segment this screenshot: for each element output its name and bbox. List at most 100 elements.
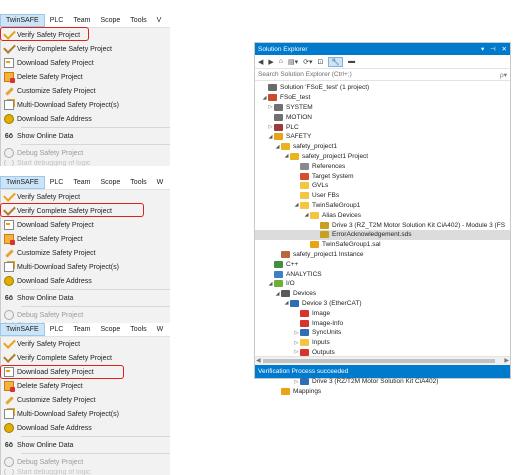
menu-item-verify-safety-project[interactable]: Verify Safety Project xyxy=(1,189,170,204)
tree-node[interactable]: ▷ Drive 3 (RZ/T2M Motor Solution Kit CiA4… xyxy=(255,377,510,387)
tree-node[interactable]: TwinSafeGroup1.sal xyxy=(255,240,510,250)
tree-node[interactable]: ◢ SAFETY xyxy=(255,132,510,142)
tree-node[interactable]: ◢ safety_project1 Project xyxy=(255,152,510,162)
tree-node[interactable]: ◢ safety_project1 xyxy=(255,142,510,152)
menu-view-clipped[interactable]: V xyxy=(152,14,162,27)
search-bar[interactable]: Search Solution Explorer (Ctrl+;) ρ▾ xyxy=(255,69,510,81)
menu-team[interactable]: Team xyxy=(68,176,95,189)
tree-node[interactable]: User FBs xyxy=(255,191,510,201)
menu-plc[interactable]: PLC xyxy=(45,14,69,27)
scroll-right-icon[interactable]: ▶ xyxy=(504,357,509,364)
tree-node[interactable]: Image xyxy=(255,308,510,318)
menu-item-show-online-data[interactable]: 6ō Show Online Data xyxy=(1,291,170,305)
expand-arrow-icon[interactable]: ◢ xyxy=(261,95,268,101)
menu-item-verify-complete-safety-project[interactable]: Verify Complete Safety Project xyxy=(1,350,170,365)
tree-node[interactable]: Target System xyxy=(255,171,510,181)
expand-arrow-icon[interactable]: ◢ xyxy=(267,281,274,287)
menu-item-download-safety-project[interactable]: Download Safety Project xyxy=(1,56,170,70)
tree-node[interactable]: ◢ I/O xyxy=(255,279,510,289)
menu-plc[interactable]: PLC xyxy=(45,176,69,189)
menu-item-download-safe-address[interactable]: Download Safe Address xyxy=(1,112,170,126)
sync-icon[interactable]: ⟳▾ xyxy=(303,58,312,66)
tree-node[interactable]: ◢ FSoE_test xyxy=(255,93,510,103)
menu-item-download-safe-address[interactable]: Download Safe Address xyxy=(1,421,170,435)
tree-node[interactable]: ▷ PLC xyxy=(255,122,510,132)
tree-node[interactable]: MOTION xyxy=(255,112,510,122)
expand-arrow-icon[interactable]: ▷ xyxy=(267,124,274,130)
menu-twinsafe[interactable]: TwinSAFE xyxy=(0,14,45,27)
menu-scope[interactable]: Scope xyxy=(95,176,125,189)
expand-arrow-icon[interactable]: ◢ xyxy=(293,202,300,208)
menu-item-multi-download-safety-project-s[interactable]: Multi-Download Safety Project(s) xyxy=(1,98,170,112)
preview-icon[interactable]: ▬ xyxy=(348,58,355,65)
tree-node[interactable]: GVLs xyxy=(255,181,510,191)
expand-arrow-icon[interactable]: ◢ xyxy=(274,144,281,150)
scrollbar-thumb[interactable] xyxy=(263,359,495,363)
switch-views-icon[interactable]: ▤▾ xyxy=(288,58,298,66)
menu-tools[interactable]: Tools xyxy=(125,14,151,27)
menu-plc[interactable]: PLC xyxy=(45,323,69,336)
dropdown-icon[interactable]: ▾ xyxy=(481,46,484,53)
menu-window-clipped[interactable]: W xyxy=(152,176,164,189)
properties-wrench-icon[interactable]: 🔧 xyxy=(328,56,344,67)
tree-node[interactable]: Image-Info xyxy=(255,318,510,328)
tree-node[interactable]: C++ xyxy=(255,259,510,269)
tree-node[interactable]: ErrorAcknowledgement.sds xyxy=(255,229,510,240)
back-icon[interactable]: ◀ xyxy=(258,58,263,66)
tree-node[interactable]: safety_project1 Instance xyxy=(255,250,510,260)
expand-arrow-icon[interactable]: ▷ xyxy=(293,379,300,385)
menu-window-clipped[interactable]: W xyxy=(152,323,164,336)
expand-arrow-icon[interactable]: ▷ xyxy=(267,104,274,110)
menu-scope[interactable]: Scope xyxy=(95,323,125,336)
tree-node[interactable]: ▷ SyncUnits xyxy=(255,328,510,338)
menu-item-delete-safety-project[interactable]: Delete Safety Project xyxy=(1,70,170,84)
tree-node[interactable]: Drive 3 (RZ_T2M Motor Solution Kit CiA40… xyxy=(255,220,510,230)
scroll-left-icon[interactable]: ◀ xyxy=(256,357,261,364)
menu-item-show-online-data[interactable]: 6ō Show Online Data xyxy=(1,129,170,143)
search-icon[interactable]: ρ▾ xyxy=(500,71,507,79)
search-input[interactable]: Search Solution Explorer (Ctrl+;) xyxy=(258,71,352,78)
menu-item-delete-safety-project[interactable]: Delete Safety Project xyxy=(1,232,170,246)
menu-twinsafe[interactable]: TwinSAFE xyxy=(0,176,45,189)
menu-tools[interactable]: Tools xyxy=(125,176,151,189)
menu-team[interactable]: Team xyxy=(68,14,95,27)
menu-item-verify-complete-safety-project[interactable]: Verify Complete Safety Project xyxy=(1,41,170,56)
menu-item-show-online-data[interactable]: 6ō Show Online Data xyxy=(1,438,170,452)
tree-node[interactable]: Mappings xyxy=(255,387,510,397)
menu-item-customize-safety-project[interactable]: Customize Safety Project xyxy=(1,393,170,407)
tree-node[interactable]: ◢ TwinSafeGroup1 xyxy=(255,201,510,211)
menu-item-download-safety-project[interactable]: Download Safety Project xyxy=(1,218,170,232)
menu-item-multi-download-safety-project-s[interactable]: Multi-Download Safety Project(s) xyxy=(1,260,170,274)
horizontal-scrollbar[interactable]: ◀ ▶ xyxy=(255,356,510,365)
menu-team[interactable]: Team xyxy=(68,323,95,336)
tree-node[interactable]: ANALYTICS xyxy=(255,269,510,279)
tree-node[interactable]: ◢ Alias Devices xyxy=(255,210,510,220)
menu-item-download-safe-address[interactable]: Download Safe Address xyxy=(1,274,170,288)
menu-item-delete-safety-project[interactable]: Delete Safety Project xyxy=(1,379,170,393)
expand-arrow-icon[interactable]: ▷ xyxy=(293,330,300,336)
pin-icon[interactable]: ⊣ xyxy=(490,46,496,53)
expand-arrow-icon[interactable]: ▷ xyxy=(293,349,300,355)
close-icon[interactable]: ✕ xyxy=(502,46,507,53)
tree-node[interactable]: Solution 'FSoE_test' (1 project) xyxy=(255,83,510,93)
menu-item-verify-safety-project[interactable]: Verify Safety Project xyxy=(1,336,170,351)
menu-tools[interactable]: Tools xyxy=(125,323,151,336)
tree-node[interactable]: References xyxy=(255,161,510,171)
tree-node[interactable]: ◢ Devices xyxy=(255,289,510,299)
expand-arrow-icon[interactable]: ◢ xyxy=(274,291,281,297)
tree-node[interactable]: ▷ Inputs xyxy=(255,338,510,348)
home-icon[interactable]: ⌂ xyxy=(279,58,283,65)
menu-item-customize-safety-project[interactable]: Customize Safety Project xyxy=(1,246,170,260)
collapse-all-icon[interactable]: ⊡ xyxy=(318,58,324,66)
menu-scope[interactable]: Scope xyxy=(95,14,125,27)
expand-arrow-icon[interactable]: ◢ xyxy=(283,300,290,306)
expand-arrow-icon[interactable]: ◢ xyxy=(283,153,290,159)
menu-item-customize-safety-project[interactable]: Customize Safety Project xyxy=(1,84,170,98)
expand-arrow-icon[interactable]: ◢ xyxy=(303,212,310,218)
menu-twinsafe[interactable]: TwinSAFE xyxy=(0,323,45,336)
forward-icon[interactable]: ▶ xyxy=(268,58,273,66)
expand-arrow-icon[interactable]: ▷ xyxy=(293,340,300,346)
tree-node[interactable]: ▷ SYSTEM xyxy=(255,103,510,113)
menu-item-multi-download-safety-project-s[interactable]: Multi-Download Safety Project(s) xyxy=(1,407,170,421)
expand-arrow-icon[interactable]: ◢ xyxy=(267,134,274,140)
